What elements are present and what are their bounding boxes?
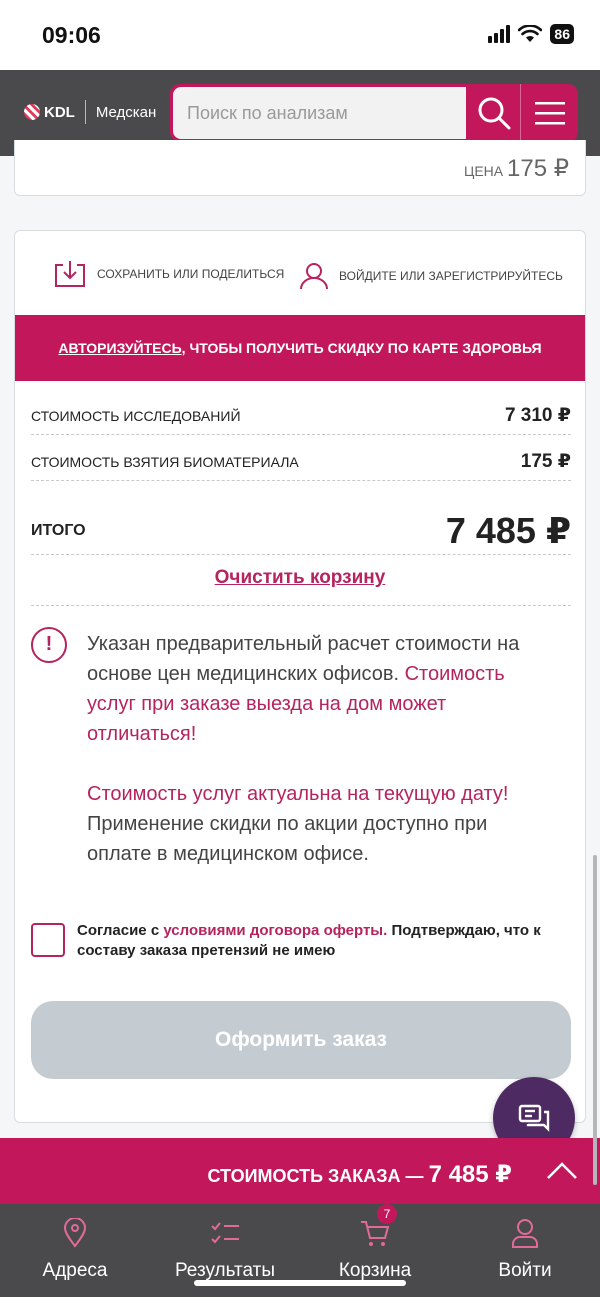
scrollbar[interactable] — [593, 855, 597, 1185]
authorize-link[interactable]: АВТОРИЗУЙТЕСЬ — [58, 340, 181, 356]
wifi-icon — [518, 25, 543, 42]
cart-item-card: ЦЕНА 175 ₽ — [14, 140, 586, 196]
menu-button[interactable] — [520, 84, 578, 142]
save-share-label: СОХРАНИТЬ ИЛИ ПОДЕЛИТЬСЯ — [97, 267, 285, 281]
hamburger-icon — [534, 102, 565, 125]
total-value: 7 485 ₽ — [445, 509, 571, 551]
order-total-bar[interactable]: СТОИМОСТЬ ЗАКАЗА — 7 485 ₽ — [0, 1138, 600, 1204]
logo[interactable]: KDL Медскан — [24, 100, 156, 124]
consent-prefix: Согласие с — [77, 922, 164, 939]
research-cost-row: СТОИМОСТЬ ИССЛЕДОВАНИЙ 7 310 ₽ — [31, 397, 571, 435]
biomaterial-cost-row: СТОИМОСТЬ ВЗЯТИЯ БИОМАТЕРИАЛА 175 ₽ — [31, 443, 571, 481]
item-price: ЦЕНА 175 ₽ — [464, 154, 569, 183]
chevron-up-icon[interactable] — [546, 1156, 578, 1186]
notice-warning-2: Стоимость услуг актуальна на текущую дат… — [87, 783, 509, 805]
consent-checkbox[interactable] — [31, 923, 65, 957]
notice-text-2: Применение скидки по акции доступно при … — [87, 813, 488, 865]
research-cost-label: СТОИМОСТЬ ИССЛЕДОВАНИЙ — [31, 407, 241, 424]
nav-addresses-label: Адреса — [42, 1260, 108, 1281]
place-order-button[interactable]: Оформить заказ — [31, 1001, 571, 1079]
divider — [31, 605, 571, 606]
logo-divider — [84, 100, 86, 124]
biomaterial-cost-label: СТОИМОСТЬ ВЗЯТИЯ БИОМАТЕРИАЛА — [31, 453, 299, 470]
nav-login-label: Войти — [498, 1260, 552, 1281]
price-notice: Указан предварительный расчет стоимости … — [87, 629, 557, 869]
offer-terms-link[interactable]: условиями договора оферты. — [163, 922, 387, 939]
location-pin-icon — [63, 1218, 87, 1248]
chat-icon — [518, 1104, 550, 1132]
user-icon — [300, 263, 328, 290]
cart-count-badge: 7 — [377, 1204, 397, 1224]
signal-icon — [488, 25, 511, 43]
order-total-text: СТОИМОСТЬ ЗАКАЗА — 7 485 ₽ — [208, 1160, 513, 1189]
home-indicator[interactable] — [194, 1280, 406, 1286]
order-total-amount: 7 485 ₽ — [428, 1161, 512, 1188]
total-label: ИТОГО — [31, 521, 86, 539]
clear-cart-link[interactable]: Очистить корзину — [215, 567, 386, 588]
search-icon — [478, 97, 511, 130]
search-input[interactable] — [173, 87, 466, 139]
search-button[interactable] — [468, 84, 520, 142]
cart-actions: СОХРАНИТЬ ИЛИ ПОДЕЛИТЬСЯ ВОЙДИТЕ ИЛИ ЗАР… — [15, 259, 585, 299]
nav-cart-label: Корзина — [338, 1260, 412, 1281]
biomaterial-cost-value: 175 ₽ — [520, 451, 571, 472]
promo-banner: АВТОРИЗУЙТЕСЬ, ЧТОБЫ ПОЛУЧИТЬ СКИДКУ ПО … — [15, 315, 585, 381]
save-share-button[interactable]: СОХРАНИТЬ ИЛИ ПОДЕЛИТЬСЯ — [53, 259, 284, 289]
clear-cart-wrap: Очистить корзину — [15, 567, 585, 589]
order-total-label: СТОИМОСТЬ ЗАКАЗА — — [207, 1166, 429, 1186]
login-register-label: ВОЙДИТЕ ИЛИ ЗАРЕГИСТРИРУЙТЕСЬ — [339, 269, 563, 283]
status-bar: 09:06 86 — [0, 0, 600, 70]
price-value: 175 ₽ — [507, 155, 569, 182]
logo-medscan: Медскан — [95, 103, 157, 121]
status-time: 09:06 — [42, 22, 101, 48]
cart-summary-card: СОХРАНИТЬ ИЛИ ПОДЕЛИТЬСЯ ВОЙДИТЕ ИЛИ ЗАР… — [14, 230, 586, 1123]
promo-text: , ЧТОБЫ ПОЛУЧИТЬ СКИДКУ ПО КАРТЕ ЗДОРОВЬ… — [181, 340, 542, 356]
status-icons: 86 — [488, 24, 574, 44]
checklist-icon — [211, 1222, 239, 1244]
search-bar — [170, 84, 578, 142]
info-icon: ! — [31, 627, 67, 663]
total-row: ИТОГО 7 485 ₽ — [31, 507, 571, 555]
battery-icon: 86 — [550, 24, 574, 44]
nav-results-label: Результаты — [174, 1260, 276, 1281]
download-icon — [55, 261, 85, 287]
login-register-button[interactable]: ВОЙДИТЕ ИЛИ ЗАРЕГИСТРИРУЙТЕСЬ — [299, 261, 563, 291]
logo-kdl: KDL — [44, 103, 75, 121]
kdl-logo-icon — [24, 104, 40, 120]
user-icon — [512, 1219, 538, 1248]
price-label: ЦЕНА — [463, 163, 504, 179]
research-cost-value: 7 310 ₽ — [504, 405, 571, 426]
nav-login[interactable]: Войти — [450, 1204, 600, 1297]
nav-addresses[interactable]: Адреса — [0, 1204, 150, 1297]
consent-text: Согласие с условиями договора оферты. По… — [77, 921, 577, 961]
